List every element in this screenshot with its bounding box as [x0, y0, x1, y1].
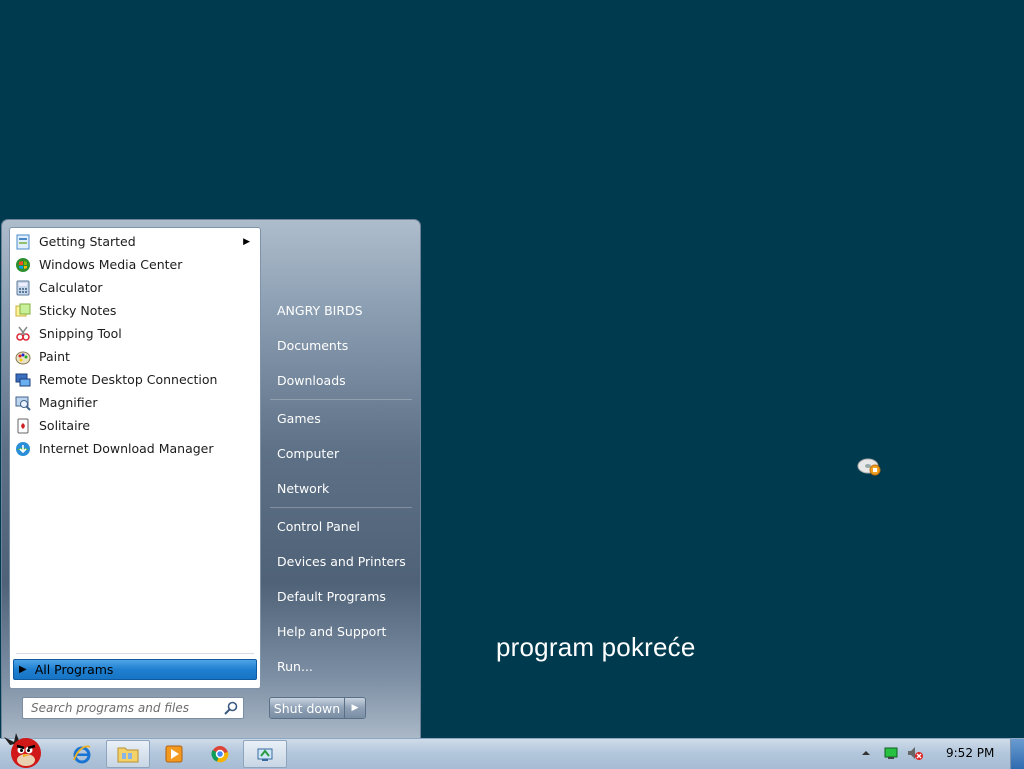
program-label: Magnifier [39, 395, 98, 410]
tray-expand-chevron-icon[interactable] [860, 745, 876, 761]
right-item-control-panel[interactable]: Control Panel [277, 516, 360, 536]
programs-pane: Getting Started ▶ Windows Media Center C… [9, 227, 261, 689]
all-programs-button[interactable]: ▶ All Programs [13, 659, 257, 680]
program-paint[interactable]: Paint [12, 345, 258, 368]
show-desktop-button[interactable] [1010, 739, 1024, 769]
right-separator [270, 399, 412, 400]
program-snipping-tool[interactable]: Snipping Tool [12, 322, 258, 345]
search-box [22, 697, 244, 719]
program-magnifier[interactable]: Magnifier [12, 391, 258, 414]
right-separator [270, 507, 412, 508]
taskbar-internet-explorer[interactable] [60, 740, 104, 768]
taskbar-clock[interactable]: 9:52 PM [946, 746, 994, 760]
shutdown-group: Shut down ▶ [269, 697, 366, 719]
chrome-icon [211, 746, 229, 763]
right-item-downloads[interactable]: Downloads [277, 370, 346, 390]
getting-started-icon [16, 234, 30, 249]
taskbar: 9:52 PM [0, 733, 1024, 769]
submenu-arrow-icon: ▶ [243, 236, 250, 247]
programs-separator [16, 653, 254, 654]
snipping-tool-icon [16, 326, 30, 341]
right-item-help-and-support[interactable]: Help and Support [277, 621, 386, 641]
start-menu: Getting Started ▶ Windows Media Center C… [1, 219, 421, 738]
all-programs-label: All Programs [34, 662, 114, 677]
taskbar-chrome[interactable] [198, 740, 242, 768]
program-label: Remote Desktop Connection [39, 372, 218, 387]
right-item-network[interactable]: Network [277, 478, 329, 498]
program-windows-media-center[interactable]: Windows Media Center [12, 253, 258, 276]
internet-explorer-icon [73, 745, 91, 764]
cd-disc-icon[interactable] [857, 456, 883, 478]
program-calculator[interactable]: Calculator [12, 276, 258, 299]
right-item-run[interactable]: Run... [277, 656, 313, 676]
right-item-documents[interactable]: Documents [277, 335, 348, 355]
shutdown-button[interactable]: Shut down [270, 698, 345, 718]
program-getting-started[interactable]: Getting Started ▶ [12, 230, 258, 253]
paint-icon [15, 351, 31, 364]
program-label: Paint [39, 349, 70, 364]
program-sticky-notes[interactable]: Sticky Notes [12, 299, 258, 322]
program-label: Sticky Notes [39, 303, 117, 318]
program-label: Solitaire [39, 418, 91, 433]
desktop-caption: program pokreće [496, 632, 696, 662]
search-input[interactable] [23, 700, 223, 716]
search-icon[interactable] [223, 700, 239, 716]
remote-desktop-icon [15, 373, 31, 386]
program-label: Snipping Tool [39, 326, 122, 341]
media-center-icon [16, 257, 30, 272]
sticky-notes-icon [15, 303, 31, 316]
triangle-right-icon: ▶ [19, 664, 27, 675]
right-item-default-programs[interactable]: Default Programs [277, 586, 386, 606]
folder-icon [117, 747, 139, 763]
program-solitaire[interactable]: Solitaire [12, 414, 258, 437]
angry-bird-start-icon[interactable] [2, 731, 50, 769]
program-label: Getting Started [39, 234, 136, 249]
right-item-games[interactable]: Games [277, 408, 321, 428]
right-item-angry-birds[interactable]: ANGRY BIRDS [277, 300, 363, 320]
media-player-icon [165, 745, 183, 763]
right-item-computer[interactable]: Computer [277, 443, 339, 463]
chevron-right-icon: ▶ [351, 703, 359, 713]
taskbar-network-app[interactable] [243, 740, 287, 768]
program-internet-download-manager[interactable]: Internet Download Manager [12, 437, 258, 460]
program-remote-desktop[interactable]: Remote Desktop Connection [12, 368, 258, 391]
program-label: Calculator [39, 280, 103, 295]
program-label: Windows Media Center [39, 257, 183, 272]
right-item-devices-and-printers[interactable]: Devices and Printers [277, 551, 406, 571]
program-label: Internet Download Manager [39, 441, 214, 456]
taskbar-media-player[interactable] [152, 740, 196, 768]
tray-volume-muted-icon[interactable] [906, 745, 923, 761]
magnifier-icon [15, 396, 31, 411]
tray-network-icon[interactable] [883, 745, 899, 761]
taskbar-explorer[interactable] [106, 740, 150, 768]
network-app-icon [257, 748, 273, 761]
idm-icon [16, 441, 30, 456]
shutdown-options-button[interactable]: ▶ [345, 698, 365, 718]
calculator-icon [16, 280, 30, 295]
solitaire-icon [17, 418, 29, 433]
